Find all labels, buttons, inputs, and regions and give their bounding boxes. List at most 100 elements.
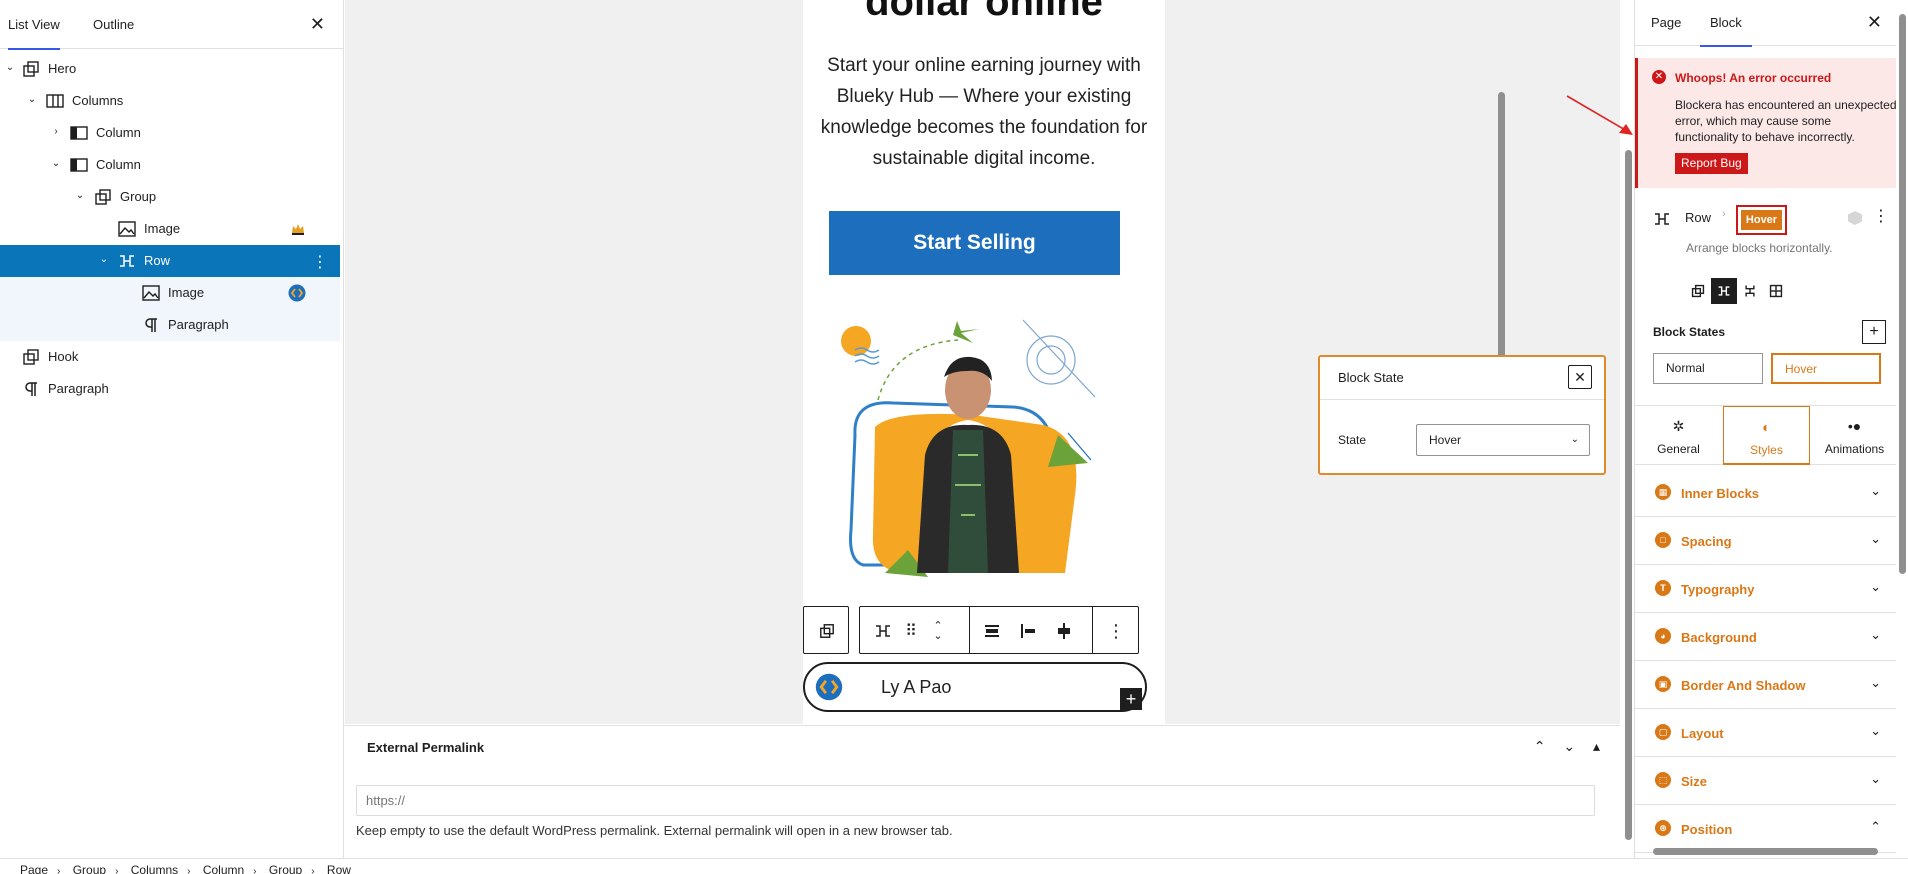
list-item[interactable]: ⌄ Column	[0, 149, 340, 181]
list-item-label: Paragraph	[168, 317, 229, 332]
add-block-icon[interactable]: +	[1120, 688, 1142, 710]
move-down-icon[interactable]: ⌄	[1563, 738, 1575, 754]
toolbar-divider	[1092, 607, 1093, 653]
section-layout[interactable]: ▢ Layout ⌄	[1635, 709, 1896, 757]
inspector-tabs: ✲ General ◐ Styles •● Animations	[1635, 405, 1896, 465]
breadcrumb-separator: ›	[187, 866, 191, 874]
variation-stack-icon[interactable]	[1737, 278, 1763, 304]
breadcrumb-separator: ›	[253, 866, 257, 874]
state-hover[interactable]: Hover	[1771, 353, 1881, 384]
breadcrumb-item[interactable]: Group	[269, 862, 302, 874]
drag-handle-icon[interactable]: ⠿	[899, 619, 923, 643]
breadcrumb-separator: ›	[115, 866, 119, 874]
list-item-selected[interactable]: ⌄ Row ⋮	[0, 245, 340, 277]
tab-block[interactable]: Block	[1700, 0, 1752, 47]
close-icon[interactable]: ✕	[1568, 365, 1592, 389]
hero-paragraph[interactable]: Start your online earning journey with B…	[807, 50, 1161, 174]
chevron-down-icon[interactable]: ⌄	[74, 190, 86, 202]
align-left-icon[interactable]	[1016, 619, 1040, 643]
breadcrumb-separator: ›	[311, 866, 315, 874]
variation-grid-icon[interactable]	[1763, 278, 1789, 304]
more-options-icon[interactable]: ⋮	[1873, 206, 1889, 226]
collapse-icon[interactable]: ▴	[1593, 738, 1600, 754]
tab-outline[interactable]: Outline	[93, 0, 134, 49]
block-tree: ⌄ Hero ⌄ Columns › Column ⌄ Column ⌄ Gro…	[0, 53, 340, 405]
list-item[interactable]: Paragraph	[0, 309, 340, 341]
chevron-right-icon[interactable]: ›	[50, 126, 62, 138]
hero-illustration[interactable]	[833, 315, 1123, 585]
breadcrumb-item[interactable]: Row	[327, 862, 351, 874]
background-icon: ◕	[1655, 628, 1671, 644]
state-select[interactable]: Hover ⌄	[1416, 424, 1590, 456]
breadcrumb-item[interactable]: Column	[203, 862, 244, 874]
section-label: Typography	[1681, 582, 1755, 597]
state-normal[interactable]: Normal	[1653, 353, 1763, 384]
list-item[interactable]: ⌄ Group	[0, 181, 340, 213]
more-options-icon[interactable]: ⋮	[1104, 619, 1128, 643]
scrollbar-thumb[interactable]	[1899, 14, 1906, 574]
more-options-icon[interactable]: ⋮	[312, 252, 328, 272]
scrollbar-thumb[interactable]	[1625, 150, 1632, 840]
border-icon: ▣	[1655, 676, 1671, 692]
breadcrumb-item[interactable]: Columns	[131, 862, 178, 874]
tab-animations[interactable]: •● Animations	[1811, 406, 1896, 465]
variation-row-icon[interactable]	[1711, 278, 1737, 304]
sidebar-scrollbar[interactable]	[1896, 0, 1908, 858]
move-up-down-icon[interactable]: ⌃ ⌄	[926, 619, 950, 643]
contrast-icon: ◐	[1762, 419, 1771, 435]
tab-general[interactable]: ✲ General	[1635, 406, 1722, 465]
cube-icon[interactable]	[1847, 210, 1863, 226]
columns-icon	[46, 94, 64, 108]
list-item[interactable]: ⌄ Columns	[0, 85, 340, 117]
editor-screen: List View Outline ✕ ⌄ Hero ⌄ Columns › C…	[0, 0, 1908, 874]
chevron-down-icon: ⌄	[1870, 483, 1881, 498]
chevron-down-icon[interactable]: ⌄	[98, 254, 110, 266]
author-block[interactable]: Ly A Pao	[803, 662, 1147, 712]
row-icon[interactable]	[871, 619, 895, 643]
error-notice: ✕ Whoops! An error occurred Blockera has…	[1635, 58, 1896, 188]
report-bug-button[interactable]: Report Bug	[1675, 153, 1748, 174]
animation-icon: •●	[1847, 418, 1862, 434]
group-icon	[23, 61, 39, 77]
align-center-icon[interactable]	[1052, 619, 1076, 643]
start-selling-button[interactable]: Start Selling	[829, 211, 1120, 275]
select-parent-icon[interactable]	[815, 619, 839, 643]
section-label: Position	[1681, 822, 1733, 837]
tab-styles[interactable]: ◐ Styles	[1723, 406, 1810, 465]
chevron-down-icon[interactable]: ⌄	[4, 62, 16, 74]
close-icon[interactable]: ✕	[310, 14, 325, 34]
section-border-shadow[interactable]: ▣ Border And Shadow ⌄	[1635, 661, 1896, 709]
list-item[interactable]: Image	[0, 277, 340, 309]
tab-page[interactable]: Page	[1651, 0, 1681, 46]
section-inner-blocks[interactable]: ▦ Inner Blocks ⌄	[1635, 469, 1896, 517]
list-item[interactable]: ⌄ Hero	[0, 53, 340, 85]
chevron-down-icon[interactable]: ⌄	[26, 94, 38, 106]
tab-list-view[interactable]: List View	[8, 0, 60, 50]
section-typography[interactable]: T Typography ⌄	[1635, 565, 1896, 613]
state-label: State	[1338, 433, 1367, 447]
breadcrumb-item[interactable]: Page	[20, 862, 48, 874]
hero-heading[interactable]: dollar online	[803, 0, 1165, 25]
section-position[interactable]: ⊕ Position ⌃	[1635, 805, 1896, 853]
external-permalink-input[interactable]: https://	[356, 785, 1595, 816]
hover-state-badge[interactable]: Hover	[1736, 205, 1787, 235]
list-item[interactable]: Hook	[0, 341, 340, 373]
blockera-logo-icon	[815, 673, 843, 701]
section-spacing[interactable]: □ Spacing ⌄	[1635, 517, 1896, 565]
spacing-icon: □	[1655, 532, 1671, 548]
chevron-down-icon[interactable]: ⌄	[50, 158, 62, 170]
list-item[interactable]: Paragraph	[0, 373, 340, 405]
list-item[interactable]: Image	[0, 213, 340, 245]
list-item[interactable]: › Column	[0, 117, 340, 149]
justify-icon[interactable]	[980, 619, 1004, 643]
horizontal-scrollbar-thumb[interactable]	[1653, 848, 1878, 855]
move-up-icon[interactable]: ⌃	[1534, 738, 1546, 754]
variation-group-icon[interactable]	[1685, 278, 1711, 304]
section-background[interactable]: ◕ Background ⌄	[1635, 613, 1896, 661]
close-icon[interactable]: ✕	[1867, 12, 1882, 33]
error-message: Blockera has encountered an unexpected e…	[1675, 98, 1896, 144]
add-state-button[interactable]: +	[1862, 320, 1886, 344]
section-size[interactable]: ⬚ Size ⌄	[1635, 757, 1896, 805]
row-icon	[120, 255, 134, 267]
breadcrumb-item[interactable]: Group	[73, 862, 106, 874]
